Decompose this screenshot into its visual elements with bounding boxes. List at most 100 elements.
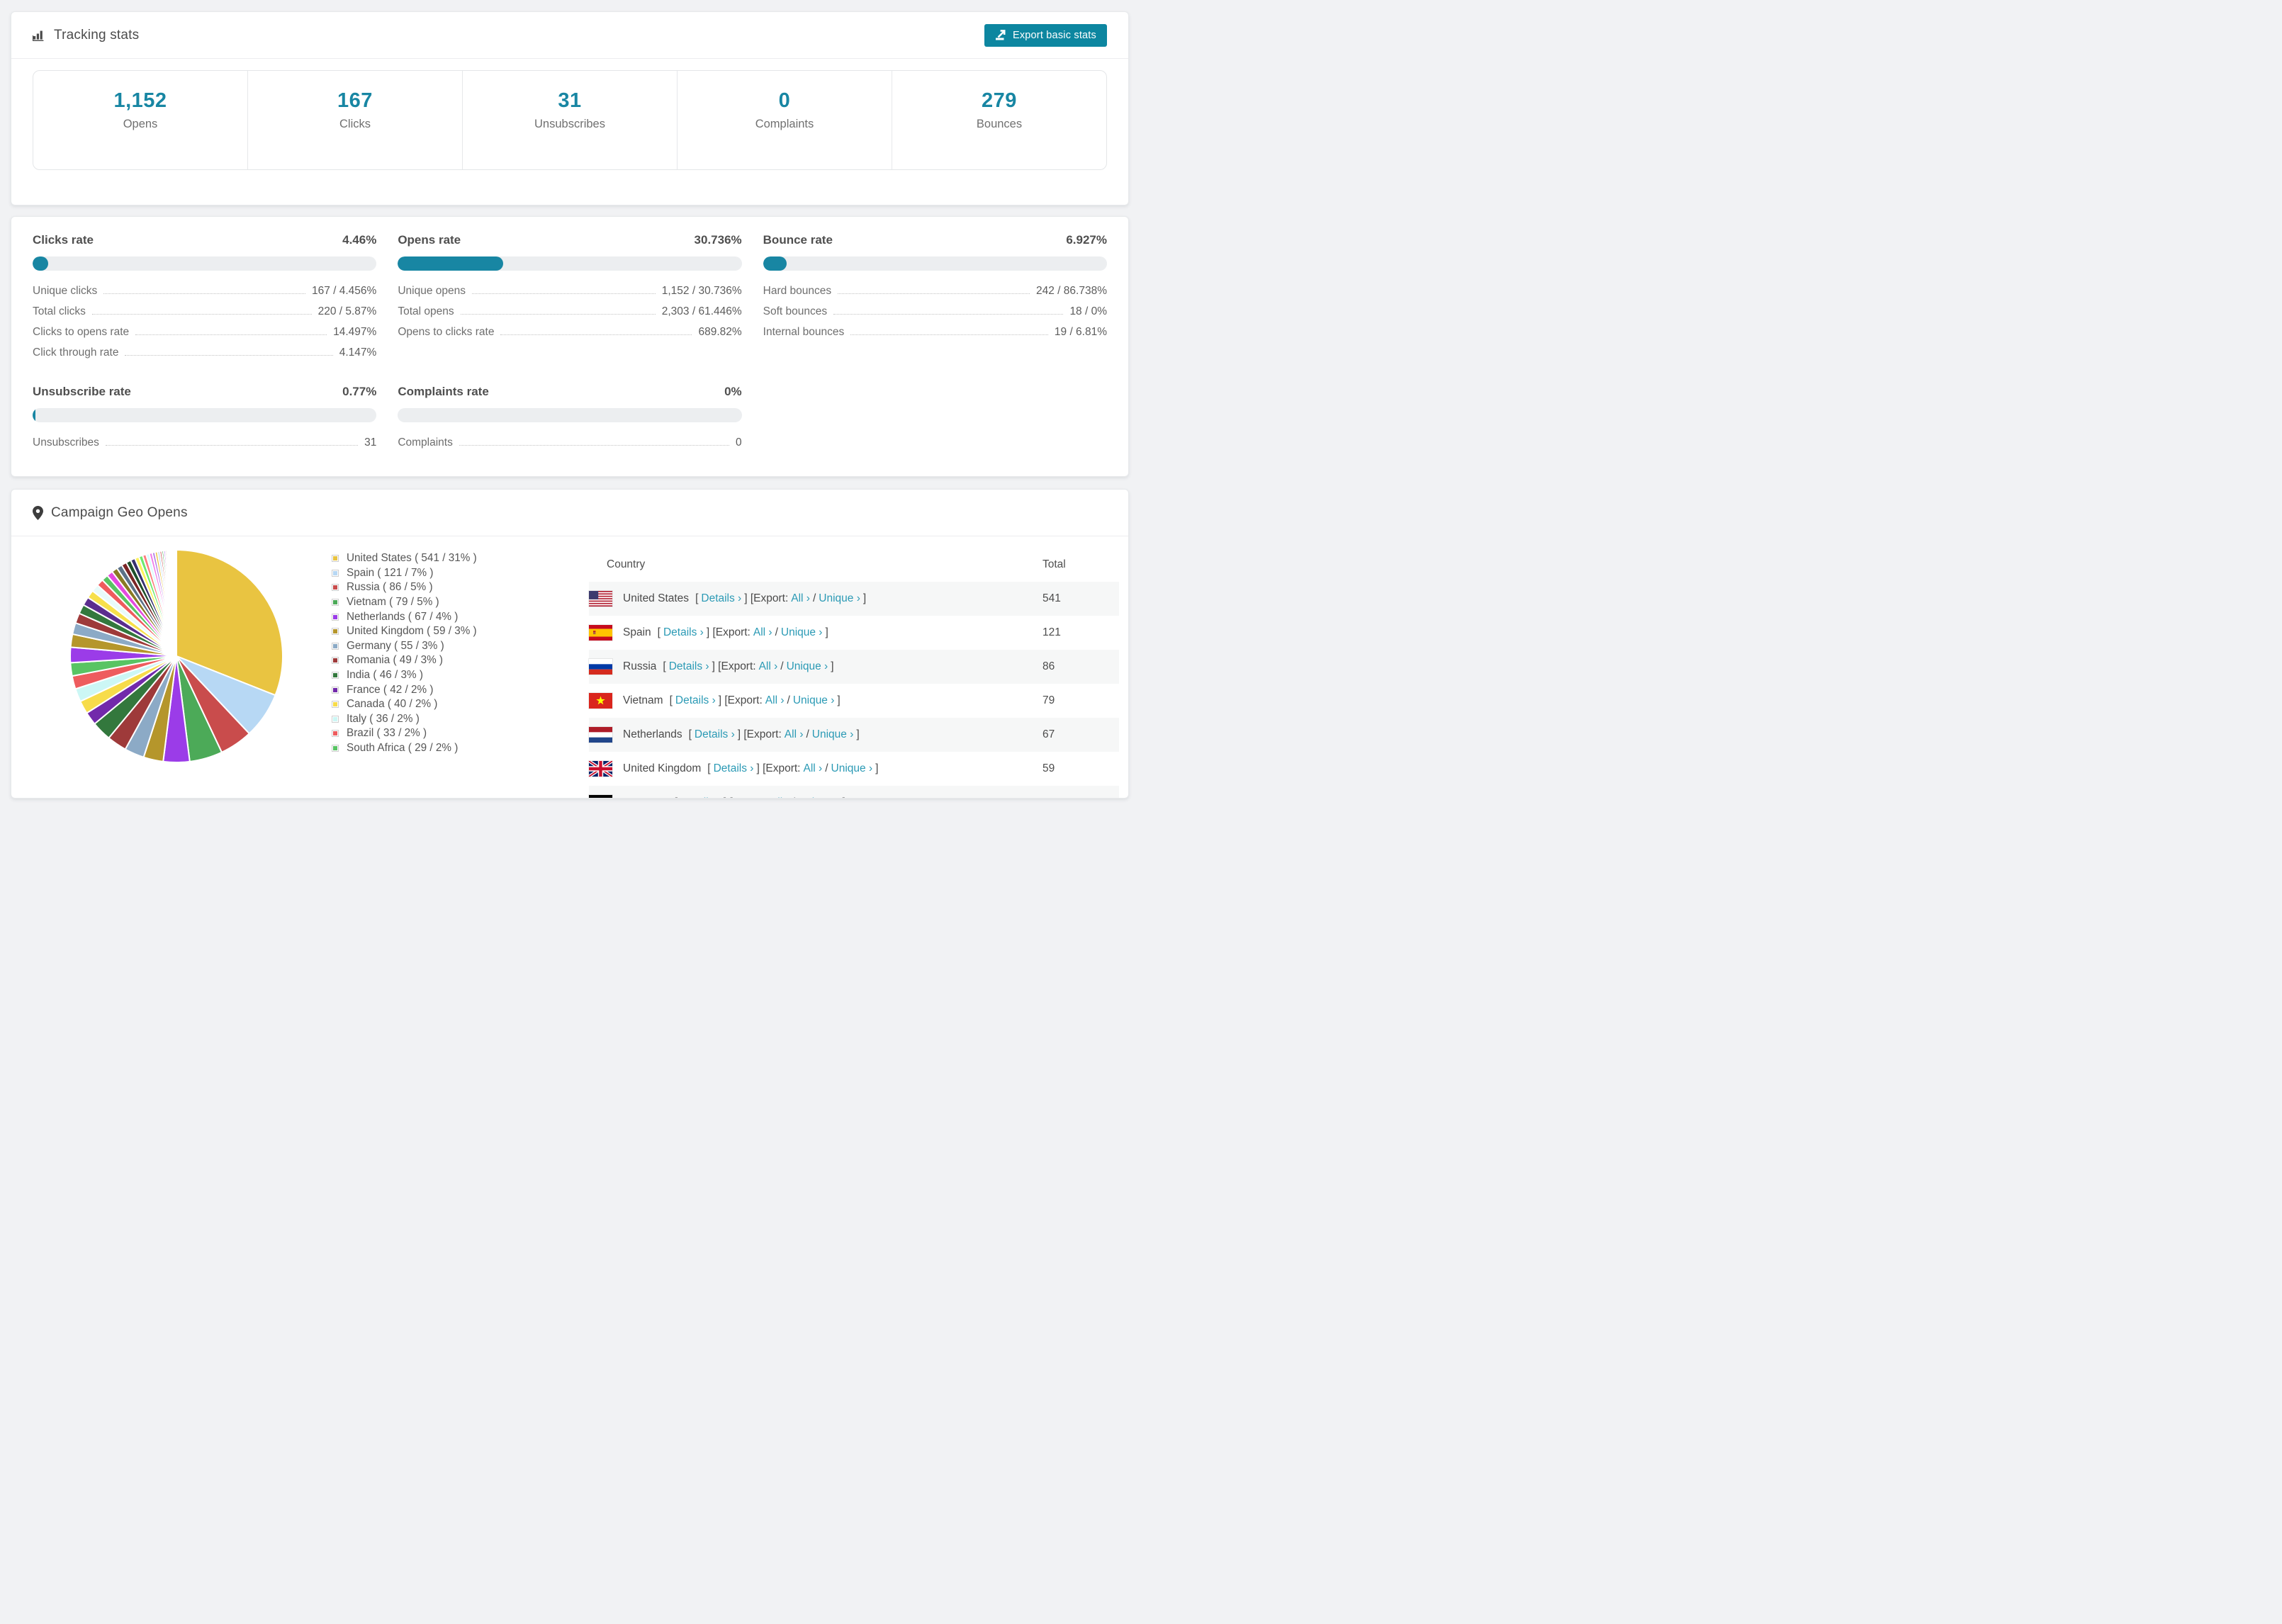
- country-column-header: Country: [607, 558, 646, 570]
- export-unique-link[interactable]: Unique ›: [831, 762, 873, 775]
- export-basic-stats-button[interactable]: Export basic stats: [984, 23, 1107, 47]
- clicks-label: Clicks: [339, 118, 371, 130]
- complaints-rate-title: Complaints rate: [398, 385, 489, 398]
- export-all-link[interactable]: All ›: [785, 728, 804, 741]
- opens-rate-title: Opens rate: [398, 233, 461, 247]
- bounce-rate-panel: Bounce rate 6.927% Hard bounces 242 / 86.…: [763, 232, 1107, 363]
- clicks-rate-progressbar: [33, 256, 377, 271]
- opens-count: 1,152: [113, 89, 167, 112]
- opens-rate-value: 30.736%: [694, 233, 742, 247]
- stat-box-unsubscribes: 31 Unsubscribes: [463, 71, 678, 169]
- unsubscribe-rate-panel: Unsubscribe rate 0.77% Unsubscribes 31: [33, 384, 377, 453]
- export-all-link[interactable]: All ›: [791, 592, 810, 605]
- details-link[interactable]: Details ›: [663, 626, 704, 639]
- stat-row: Internal bounces 19 / 6.81%: [763, 325, 1107, 338]
- legend-swatch: [332, 657, 339, 665]
- export-all-link[interactable]: All ›: [804, 762, 823, 775]
- flag-germany-icon: [589, 795, 612, 798]
- export-all-link[interactable]: All ›: [765, 694, 785, 707]
- country-total: 59: [1042, 762, 1055, 774]
- table-row: Netherlands [Details ›] [Export: All › / Un…: [589, 718, 1119, 752]
- export-unique-link[interactable]: Unique ›: [793, 694, 835, 707]
- total-column-header: Total: [1042, 558, 1066, 570]
- opens-label: Opens: [123, 118, 158, 130]
- legend-item: United Kingdom ( 59 / 3% ): [332, 624, 477, 639]
- legend-item: Spain ( 121 / 7% ): [332, 566, 477, 581]
- tracking-stats-card: Tracking stats Export basic stats 1,152 …: [11, 11, 1129, 205]
- flag-united-states-icon: [589, 591, 612, 607]
- bar-chart-icon: [33, 29, 46, 41]
- legend-item: Romania ( 49 / 3% ): [332, 653, 477, 668]
- legend-swatch: [332, 569, 339, 577]
- bounces-count: 279: [982, 89, 1017, 112]
- legend-item: Netherlands ( 67 / 4% ): [332, 609, 477, 624]
- unsubscribe-rate-progressbar: [33, 408, 377, 422]
- stat-row: Click through rate 4.147%: [33, 346, 377, 359]
- details-link[interactable]: Details ›: [695, 728, 735, 741]
- legend-swatch: [332, 686, 339, 694]
- bounce-rate-progressbar: [763, 256, 1107, 271]
- details-link[interactable]: Details ›: [714, 762, 754, 775]
- country-name: Vietnam: [623, 694, 663, 706]
- bounces-label: Bounces: [976, 118, 1023, 130]
- legend-item: Italy ( 36 / 2% ): [332, 712, 477, 727]
- export-unique-link[interactable]: Unique ›: [787, 660, 828, 673]
- flag-russia-icon: [589, 659, 612, 675]
- details-link[interactable]: Details ›: [675, 694, 716, 707]
- export-unique-link[interactable]: Unique ›: [819, 592, 860, 605]
- complaints-rate-value: 0%: [724, 385, 742, 398]
- clicks-count: 167: [337, 89, 373, 112]
- complaints-rate-progressbar: [398, 408, 742, 422]
- export-all-link[interactable]: All ›: [770, 796, 789, 798]
- stat-row: Complaints 0: [398, 436, 742, 449]
- stat-row: Opens to clicks rate 689.82%: [398, 325, 742, 338]
- clicks-rate-value: 4.46%: [342, 233, 377, 247]
- opens-rate-panel: Opens rate 30.736% Unique opens 1,152 / 3…: [398, 232, 742, 363]
- legend-swatch: [332, 555, 339, 563]
- flag-spain-icon: [589, 625, 612, 641]
- legend-item: France ( 42 / 2% ): [332, 682, 477, 697]
- rates-card: Clicks rate 4.46% Unique clicks 167 / 4.4…: [11, 216, 1129, 477]
- export-unique-link[interactable]: Unique ›: [812, 728, 854, 741]
- stat-row: Soft bounces 18 / 0%: [763, 305, 1107, 317]
- table-row: United Kingdom [Details ›] [Export: All ›…: [589, 752, 1119, 786]
- stat-row: Clicks to opens rate 14.497%: [33, 325, 377, 338]
- legend-swatch: [332, 672, 339, 680]
- legend-swatch: [332, 642, 339, 650]
- geo-pie-legend: United States ( 541 / 31% ) Spain ( 121 …: [332, 551, 477, 755]
- legend-item: Brazil ( 33 / 2% ): [332, 726, 477, 741]
- bounce-rate-title: Bounce rate: [763, 233, 833, 247]
- stat-row: Unique opens 1,152 / 30.736%: [398, 284, 742, 297]
- country-total: 541: [1042, 592, 1061, 604]
- details-link[interactable]: Details ›: [701, 592, 741, 605]
- export-all-link[interactable]: All ›: [753, 626, 772, 639]
- country-total: 121: [1042, 626, 1061, 638]
- page-title: Tracking stats: [54, 27, 140, 43]
- details-link[interactable]: Details ›: [669, 660, 709, 673]
- legend-item: Russia ( 86 / 5% ): [332, 580, 477, 595]
- legend-item: South Africa ( 29 / 2% ): [332, 741, 477, 756]
- unsubscribes-label: Unsubscribes: [534, 118, 605, 130]
- export-unique-link[interactable]: Unique ›: [781, 626, 823, 639]
- opens-rate-progressbar: [398, 256, 742, 271]
- complaints-count: 0: [778, 89, 791, 112]
- tracking-stats-header: Tracking stats Export basic stats: [11, 12, 1128, 59]
- export-unique-link[interactable]: Unique ›: [798, 796, 840, 798]
- stat-row: Total clicks 220 / 5.87%: [33, 305, 377, 317]
- legend-swatch: [332, 701, 339, 709]
- complaints-label: Complaints: [755, 118, 814, 130]
- table-row: Spain [Details ›] [Export: All › / Unique ›…: [589, 616, 1119, 650]
- map-pin-icon: [33, 505, 43, 520]
- export-all-link[interactable]: All ›: [759, 660, 778, 673]
- details-link[interactable]: Details ›: [680, 796, 721, 798]
- stat-row: Unique clicks 167 / 4.456%: [33, 284, 377, 297]
- unsubscribe-rate-value: 0.77%: [342, 385, 377, 398]
- table-row: Vietnam [Details ›] [Export: All › / Unique…: [589, 684, 1119, 718]
- stat-row: Unsubscribes 31: [33, 436, 377, 449]
- country-name: Russia: [623, 660, 657, 672]
- unsubscribe-rate-title: Unsubscribe rate: [33, 385, 131, 398]
- clicks-rate-panel: Clicks rate 4.46% Unique clicks 167 / 4.4…: [33, 232, 377, 363]
- legend-item: United States ( 541 / 31% ): [332, 551, 477, 566]
- country-name: Netherlands: [623, 728, 682, 740]
- geo-country-table: Country Total United States [Details ›] …: [589, 548, 1119, 798]
